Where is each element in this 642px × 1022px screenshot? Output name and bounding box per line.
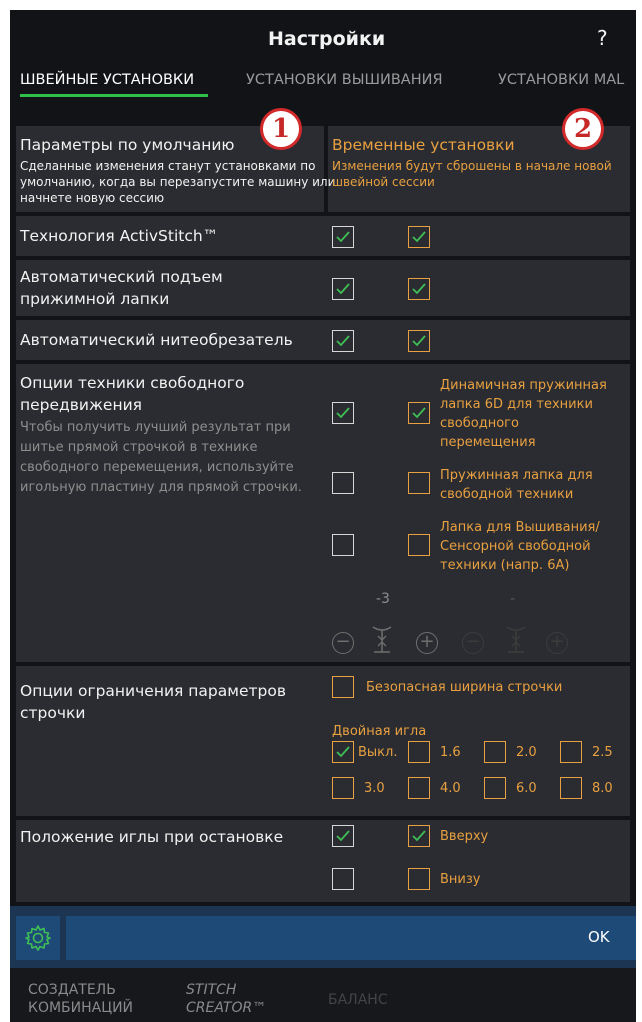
presser-height-value-temp: - xyxy=(510,591,516,607)
needle-down-temp-checkbox[interactable] xyxy=(408,868,430,890)
needle-up-temp-checkbox[interactable] xyxy=(408,825,430,847)
help-button[interactable]: ? xyxy=(597,26,608,50)
twin-needle-2-5-checkbox[interactable] xyxy=(560,741,582,763)
ok-button-label: OK xyxy=(588,928,610,946)
safe-width-checkbox[interactable] xyxy=(332,676,354,698)
thread-cutter-label: Автоматический нитеобрезатель xyxy=(20,331,293,349)
thread-cutter-temp-checkbox[interactable] xyxy=(408,330,430,352)
twin-needle-6-0-checkbox[interactable] xyxy=(484,777,506,799)
temporary-settings-desc-2: швейной сессии xyxy=(332,175,435,189)
needle-up-label: Вверху xyxy=(440,829,489,844)
free-motion-temp-dynamic-checkbox[interactable] xyxy=(408,402,430,424)
twin-needle-8-0-label: 8.0 xyxy=(592,781,613,796)
auto-presser-lift-label-1: Автоматический подъем xyxy=(20,268,223,286)
fm-option-dynamic-3: свободного xyxy=(440,416,519,431)
presser-foot-icon xyxy=(370,624,394,662)
thread-cutter-default-checkbox[interactable] xyxy=(332,330,354,352)
temporary-settings-desc-1: Изменения будут сброшены в начале новой xyxy=(332,159,612,173)
free-motion-label-1: Опции техники свободного xyxy=(20,374,245,392)
twin-needle-4-0-checkbox[interactable] xyxy=(408,777,430,799)
bottom-tab-combination-creator-2[interactable]: КОМБИНАЦИЙ xyxy=(28,1000,133,1016)
temporary-settings-title: Временные установки xyxy=(332,136,515,154)
bottom-tab-stitch-creator-1[interactable]: STITCH xyxy=(186,982,236,998)
twin-needle-6-0-label: 6.0 xyxy=(516,781,537,796)
safe-width-label: Безопасная ширина строчки xyxy=(366,680,563,695)
activstitch-temp-checkbox[interactable] xyxy=(408,226,430,248)
default-settings-desc-3: начнете новую сессию xyxy=(20,191,165,205)
free-motion-hint-2: шитье прямой строчкой в технике xyxy=(20,440,258,455)
bottom-tab-stitch-creator-2[interactable]: CREATOR™ xyxy=(186,1000,266,1016)
fm-option-dynamic-1: Динамичная пружинная xyxy=(440,378,607,393)
needle-stop-label: Положение иглы при остановке xyxy=(20,828,284,846)
settings-gear-button[interactable] xyxy=(16,916,60,960)
needle-down-default-checkbox[interactable] xyxy=(332,868,354,890)
free-motion-default-dynamic-checkbox[interactable] xyxy=(332,402,354,424)
active-tab-underline xyxy=(20,94,208,97)
activstitch-default-checkbox[interactable] xyxy=(332,226,354,248)
twin-needle-label: Двойная игла xyxy=(332,724,427,739)
page-title: Настройки xyxy=(268,28,386,50)
twin-needle-off-checkbox[interactable] xyxy=(332,741,354,763)
fm-option-sensor-2: Сенсорной свободной xyxy=(440,539,591,554)
free-motion-temp-spring-checkbox[interactable] xyxy=(408,472,430,494)
needle-up-default-checkbox[interactable] xyxy=(332,825,354,847)
auto-presser-lift-label-2: прижимной лапки xyxy=(20,290,170,308)
fm-option-spring-1: Пружинная лапка для xyxy=(440,468,593,483)
twin-needle-2-0-label: 2.0 xyxy=(516,745,537,760)
fm-option-sensor-1: Лапка для Вышивания/ xyxy=(440,520,600,535)
default-settings-title: Параметры по умолчанию xyxy=(20,136,235,154)
height-minus-button-temp[interactable]: − xyxy=(462,632,484,654)
stitch-limit-label-2: строчки xyxy=(20,704,86,722)
twin-needle-2-5-label: 2.5 xyxy=(592,745,613,760)
callout-badge-2: 2 xyxy=(562,108,604,150)
twin-needle-off-label: Выкл. xyxy=(358,745,398,760)
callout-badge-1: 1 xyxy=(260,108,302,150)
fm-option-dynamic-2: лапка 6D для техники xyxy=(440,397,593,412)
fm-option-spring-2: свободной техники xyxy=(440,487,574,502)
free-motion-hint-3: свободного перемещения, используйте xyxy=(20,460,294,475)
height-plus-button-temp[interactable]: + xyxy=(546,632,568,654)
default-settings-desc-1: Сделанные изменения станут установками п… xyxy=(20,159,316,173)
twin-needle-4-0-label: 4.0 xyxy=(440,781,461,796)
free-motion-temp-sensor-checkbox[interactable] xyxy=(408,534,430,556)
presser-height-value: -3 xyxy=(376,591,390,607)
tab-sewing-settings[interactable]: ШВЕЙНЫЕ УСТАНОВКИ xyxy=(20,72,194,88)
fm-option-sensor-3: техники (напр. 6А) xyxy=(440,558,570,573)
free-motion-hint-4: игольную пластину для прямой строчки. xyxy=(20,480,302,495)
height-minus-button[interactable]: − xyxy=(332,632,354,654)
bottom-tab-combination-creator-1[interactable]: СОЗДАТЕЛЬ xyxy=(28,982,116,998)
auto-presser-lift-temp-checkbox[interactable] xyxy=(408,278,430,300)
gear-icon xyxy=(25,925,51,951)
ok-button[interactable] xyxy=(66,916,636,960)
needle-down-label: Внизу xyxy=(440,872,481,887)
activstitch-label: Технология ActivStitch™ xyxy=(20,227,219,245)
bottom-tab-balance[interactable]: БАЛАНС xyxy=(328,992,388,1008)
twin-needle-3-0-checkbox[interactable] xyxy=(332,777,354,799)
free-motion-label-2: передвижения xyxy=(20,396,143,414)
free-motion-default-sensor-checkbox[interactable] xyxy=(332,534,354,556)
default-settings-desc-2: умолчанию, когда вы перезапустите машину… xyxy=(20,175,336,189)
free-motion-hint-1: Чтобы получить лучший результат при xyxy=(20,420,291,435)
auto-presser-lift-default-checkbox[interactable] xyxy=(332,278,354,300)
fm-option-dynamic-4: перемещения xyxy=(440,435,536,450)
settings-screen: Настройки ? ШВЕЙНЫЕ УСТАНОВКИ УСТАНОВКИ … xyxy=(10,10,636,1022)
presser-foot-icon-temp xyxy=(504,624,528,662)
twin-needle-8-0-checkbox[interactable] xyxy=(560,777,582,799)
stitch-limit-label-1: Опции ограничения параметров xyxy=(20,682,286,700)
tab-embroidery-settings[interactable]: УСТАНОВКИ ВЫШИВАНИЯ xyxy=(246,72,443,88)
height-plus-button[interactable]: + xyxy=(416,632,438,654)
tab-mal-settings[interactable]: УСТАНОВКИ MAL xyxy=(498,72,624,88)
twin-needle-1-6-checkbox[interactable] xyxy=(408,741,430,763)
twin-needle-1-6-label: 1.6 xyxy=(440,745,461,760)
twin-needle-2-0-checkbox[interactable] xyxy=(484,741,506,763)
free-motion-default-spring-checkbox[interactable] xyxy=(332,472,354,494)
twin-needle-3-0-label: 3.0 xyxy=(364,781,385,796)
